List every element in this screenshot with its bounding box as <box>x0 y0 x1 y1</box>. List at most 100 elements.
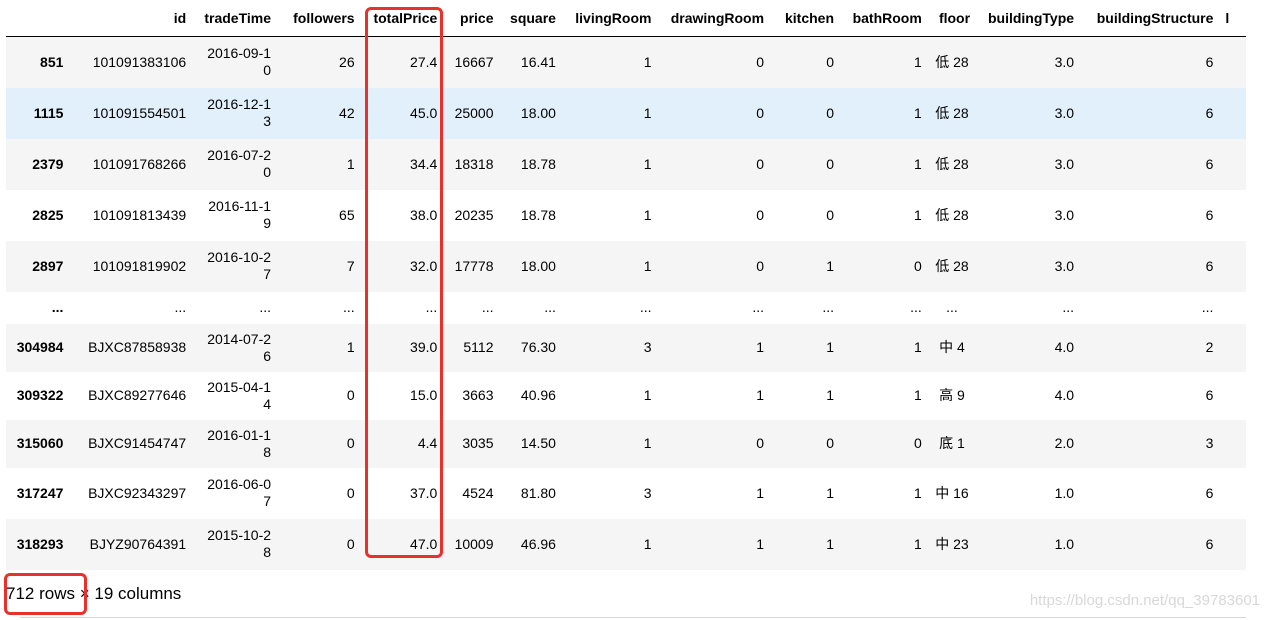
cell-followers: 0 <box>346 535 355 552</box>
dataframe-output: id tradeTime followers totalPrice price … <box>6 0 1246 570</box>
column-header-livingroom: livingRoom <box>561 0 658 37</box>
cell-buildingtype: 1.0 <box>1054 535 1075 552</box>
cell-tradetime: 2016-11-19 <box>208 198 272 231</box>
cell-bathroom: 1 <box>914 104 922 121</box>
cell-kitchen: 0 <box>826 206 835 223</box>
column-header-drawingroom: drawingRoom <box>657 0 771 37</box>
cell-livingroom: 3 <box>643 339 652 355</box>
cell-livingroom: 3 <box>643 484 652 501</box>
cell-floor: 底 1 <box>939 435 965 451</box>
cell-square: 18.78 <box>520 155 556 172</box>
cell-floor: 低 28 <box>935 53 969 70</box>
cell-id: BJXC89277646 <box>88 387 187 403</box>
cell-tradetime: 2016-06-07 <box>207 476 272 509</box>
column-header-totalprice: totalPrice <box>360 0 444 37</box>
cell-price: 25000 <box>454 104 494 121</box>
cell-buildingtype: 2.0 <box>1054 435 1075 451</box>
cell-totalprice: 15.0 <box>410 387 438 403</box>
cell-tradetime: 2016-10-27 <box>207 249 272 282</box>
cell-drawingroom: 0 <box>756 257 765 274</box>
cell-square: 18.00 <box>520 104 556 121</box>
cell-tradetime: 2016-07-20 <box>207 147 272 180</box>
cell-buildingtype: 3.0 <box>1054 206 1075 223</box>
cell-bathroom: 0 <box>914 257 922 274</box>
cell-totalprice: 38.0 <box>410 206 438 223</box>
cell-floor: ... <box>946 299 958 315</box>
cell-kitchen: 1 <box>826 339 835 355</box>
cell-floor: 中 16 <box>935 484 969 501</box>
cell-kitchen: 1 <box>826 387 835 403</box>
cell-id: 101091768266 <box>92 155 187 172</box>
cell-followers: 0 <box>346 435 355 451</box>
cell-price: ... <box>481 299 494 315</box>
table-row: 317247 BJXC92343297 2016-06-07 0 37.0 4524 81.… <box>6 468 1246 519</box>
table-body: 851 101091383106 2016-09-10 26 27.4 16667 16.4… <box>6 36 1246 570</box>
cell-livingroom: 1 <box>643 257 652 274</box>
table-header: id tradeTime followers totalPrice price … <box>6 0 1246 37</box>
cell-square: 76.30 <box>520 339 556 355</box>
cell-floor: 高 9 <box>939 387 965 403</box>
column-header-buildingtype: buildingType <box>976 0 1081 37</box>
cell-square: ... <box>544 299 556 315</box>
cell-livingroom: 1 <box>643 535 652 552</box>
cell-truncated <box>1219 468 1246 519</box>
cell-drawingroom: 0 <box>756 206 765 223</box>
cell-buildingstructure: 6 <box>1205 104 1214 121</box>
column-header-floor: floor <box>927 0 977 37</box>
column-header-price: price <box>443 0 500 37</box>
cell-tradetime: ... <box>259 299 272 315</box>
cell-price: 3035 <box>462 435 494 451</box>
cell-id: 101091813439 <box>92 206 187 223</box>
cell-drawingroom: 1 <box>756 387 765 403</box>
cell-truncated <box>1219 324 1246 372</box>
cell-drawingroom: 0 <box>756 104 765 121</box>
cell-drawingroom: 0 <box>756 155 765 172</box>
cell-id: BJXC92343297 <box>88 484 187 501</box>
column-header-tradetime: tradeTime <box>192 0 278 37</box>
cell-totalprice: 4.4 <box>417 435 438 451</box>
cell-buildingstructure: 3 <box>1205 435 1214 451</box>
cell-bathroom: 0 <box>914 435 922 451</box>
cell-drawingroom: 1 <box>756 484 765 501</box>
column-header-index <box>6 0 70 37</box>
cell-buildingtype: 3.0 <box>1054 257 1075 274</box>
cell-kitchen: 1 <box>826 535 835 552</box>
cell-drawingroom: 0 <box>756 435 765 451</box>
cell-square: 81.80 <box>520 484 556 501</box>
cell-price: 5112 <box>463 339 494 355</box>
table-row: 304984 BJXC87858938 2014-07-26 1 39.0 5112 76.… <box>6 323 1246 372</box>
cell-tradetime: 2015-10-28 <box>207 527 272 560</box>
cell-floor: 中 4 <box>939 339 965 355</box>
table-row: 315060 BJXC91454747 2016-01-18 0 4.4 3035 14.5… <box>6 419 1246 468</box>
cell-id: 101091383106 <box>92 53 187 70</box>
cell-square: 18.00 <box>520 257 556 274</box>
row-index: 304984 <box>16 339 64 355</box>
cell-drawingroom: 1 <box>756 339 765 355</box>
cell-square: 18.78 <box>520 206 556 223</box>
column-header-truncated: l <box>1219 0 1246 37</box>
cell-square: 16.41 <box>520 53 556 70</box>
cell-floor: 中 23 <box>935 535 969 552</box>
cell-id: BJYZ90764391 <box>89 535 187 552</box>
cell-livingroom: 1 <box>643 206 652 223</box>
cell-floor: 低 28 <box>935 257 969 274</box>
cell-buildingstructure: 6 <box>1205 257 1214 274</box>
cell-price: 17778 <box>454 257 494 274</box>
cell-truncated <box>1219 420 1246 468</box>
cell-id: 101091819902 <box>92 257 187 274</box>
cell-buildingstructure: 6 <box>1205 53 1214 70</box>
cell-followers: 65 <box>339 206 355 223</box>
cell-bathroom: 1 <box>914 339 922 355</box>
cell-kitchen: 0 <box>826 53 835 70</box>
cell-truncated <box>1219 372 1246 420</box>
cell-totalprice: 34.4 <box>410 155 438 172</box>
cell-totalprice: ... <box>425 299 438 315</box>
cell-truncated <box>1219 139 1246 190</box>
cell-buildingtype: 3.0 <box>1054 155 1075 172</box>
cell-bathroom: 1 <box>914 206 922 223</box>
column-count: × 19 columns <box>79 584 182 603</box>
cell-followers: 26 <box>339 53 355 70</box>
row-index: 1115 <box>33 104 64 121</box>
column-header-kitchen: kitchen <box>770 0 841 37</box>
cell-livingroom: ... <box>639 299 652 315</box>
